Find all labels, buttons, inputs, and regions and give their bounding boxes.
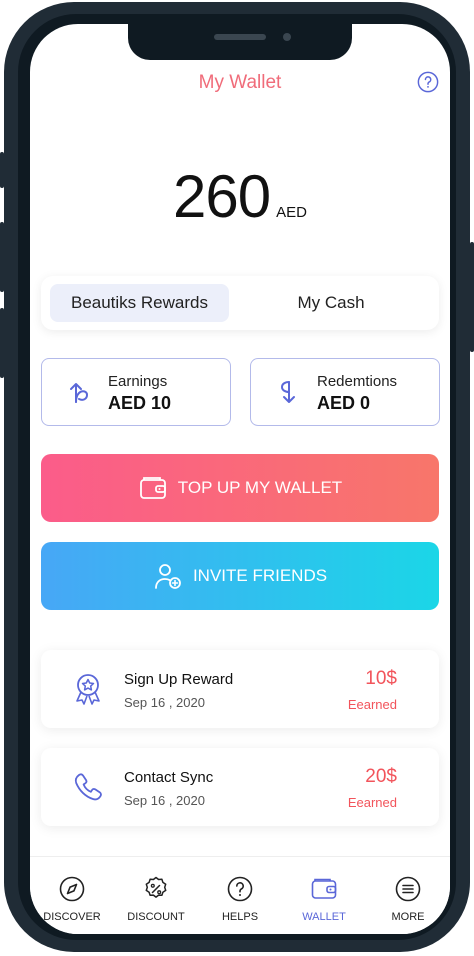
nav-label: MORE: [391, 911, 425, 923]
badge-icon: [76, 674, 100, 705]
wallet-tabs: Beautiks Rewards My Cash: [41, 276, 439, 330]
wallet-icon: [139, 477, 166, 499]
redemptions-label: Redemtions: [317, 373, 398, 390]
wallet-icon: [311, 878, 337, 899]
earnings-value: AED 10: [108, 393, 172, 413]
reward-status: Eearned: [347, 697, 397, 712]
nav-discover[interactable]: DISCOVER: [30, 857, 114, 927]
speaker: [214, 34, 266, 40]
reward-status: Eearned: [347, 795, 397, 810]
phone-icon: [74, 773, 102, 801]
redemptions-value: AED 0: [317, 393, 371, 413]
discount-icon: [145, 876, 167, 898]
bottom-navigation: DISCOVER DISCOUNT HELPS WALLET MORE: [30, 856, 450, 934]
nav-label: HELPS: [221, 911, 259, 923]
camera: [283, 33, 291, 41]
nav-discount[interactable]: DISCOUNT: [114, 857, 198, 927]
reward-date: Sep 16 , 2020: [124, 695, 205, 710]
wallet-balance: 260 AED: [30, 162, 450, 231]
invite-friends-button[interactable]: INVITE FRIENDS: [41, 542, 439, 610]
reward-title: Contact Sync: [124, 769, 214, 786]
mute-switch: [0, 152, 4, 188]
reward-title: Sign Up Reward: [124, 671, 234, 688]
notch: [128, 24, 352, 60]
compass-icon: [59, 876, 85, 902]
question-circle-icon[interactable]: [417, 71, 439, 93]
tab-beautiks-rewards[interactable]: Beautiks Rewards: [50, 284, 229, 322]
nav-helps[interactable]: HELPS: [198, 857, 282, 927]
redemptions-card[interactable]: Redemtions AED 0: [250, 358, 440, 426]
phone-frame: My Wallet 260 AED Beautiks Rewards My Cas…: [0, 2, 474, 952]
earnings-label: Earnings: [108, 373, 168, 390]
question-circle-icon: [227, 876, 253, 902]
balance-currency: AED: [276, 204, 307, 221]
earnings-card[interactable]: Earnings AED 10: [41, 358, 231, 426]
tab-my-cash[interactable]: My Cash: [241, 284, 421, 322]
page-title: My Wallet: [198, 72, 282, 93]
arrow-down-curved-icon: [280, 381, 295, 403]
nav-label: DISCOVER: [43, 911, 101, 923]
menu-icon: [395, 876, 421, 902]
top-up-wallet-button[interactable]: TOP UP MY WALLET: [41, 454, 439, 522]
reward-amount: 20$: [365, 766, 397, 787]
nav-more[interactable]: MORE: [366, 857, 450, 927]
reward-item[interactable]: Contact Sync Sep 16 , 2020 20$ Eearned: [41, 748, 439, 826]
balance-amount: 260: [173, 163, 271, 230]
top-up-label: TOP UP MY WALLET: [177, 478, 343, 497]
volume-up-button: [0, 222, 4, 292]
reward-item[interactable]: Sign Up Reward Sep 16 , 2020 10$ Eearned: [41, 650, 439, 728]
nav-label: WALLET: [302, 911, 346, 923]
user-add-icon: [155, 564, 181, 589]
invite-label: INVITE FRIENDS: [192, 566, 328, 585]
app-screen: My Wallet 260 AED Beautiks Rewards My Cas…: [30, 24, 450, 934]
arrow-up-curved-icon: [70, 383, 89, 403]
reward-date: Sep 16 , 2020: [124, 793, 205, 808]
volume-down-button: [0, 308, 4, 378]
power-button: [470, 242, 474, 352]
nav-wallet[interactable]: WALLET: [282, 857, 366, 927]
reward-amount: 10$: [365, 668, 397, 689]
nav-label: DISCOUNT: [127, 911, 185, 923]
